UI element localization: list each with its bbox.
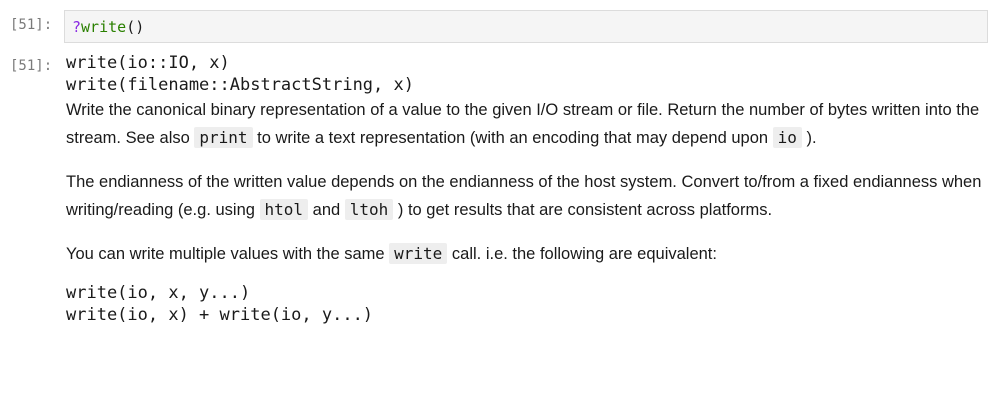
para2-text-c: ) to get results that are consistent acr…	[393, 201, 773, 219]
input-prompt: [51]:	[10, 17, 53, 33]
endianness-paragraph: The endianness of the written value depe…	[66, 168, 986, 224]
parens: ()	[126, 18, 145, 36]
code-write: write	[389, 243, 448, 264]
description-paragraph: Write the canonical binary representatio…	[66, 96, 986, 152]
help-symbol: ?	[72, 18, 82, 36]
para1-text-c: ).	[801, 129, 817, 147]
example-code-block: write(io, x, y...) write(io, x) + write(i…	[66, 282, 986, 326]
signature-2: write(filename::AbstractString, x)	[66, 75, 414, 95]
input-cell[interactable]: ?write()	[64, 10, 988, 43]
para3-text-b: call. i.e. the following are equivalent:	[447, 245, 717, 263]
code-htol: htol	[259, 199, 309, 220]
code-ltoh: ltoh	[344, 199, 394, 220]
function-name: write	[81, 18, 127, 36]
code-print: print	[194, 127, 253, 148]
signature-1: write(io::IO, x)	[66, 53, 230, 73]
para2-text-b: and	[308, 201, 345, 219]
para3-text-a: You can write multiple values with the s…	[66, 245, 390, 263]
code-line-1: write(io, x, y...)	[66, 283, 251, 303]
code-line-2: write(io, x) + write(io, y...)	[66, 305, 374, 325]
multiple-values-paragraph: You can write multiple values with the s…	[66, 240, 986, 268]
input-code: ?write()	[72, 18, 144, 36]
output-prompt: [51]:	[10, 58, 53, 74]
para1-text-b: to write a text representation (with an …	[252, 129, 773, 147]
code-io: io	[772, 127, 802, 148]
output-area: write(io::IO, x) write(filename::Abstrac…	[66, 52, 986, 326]
